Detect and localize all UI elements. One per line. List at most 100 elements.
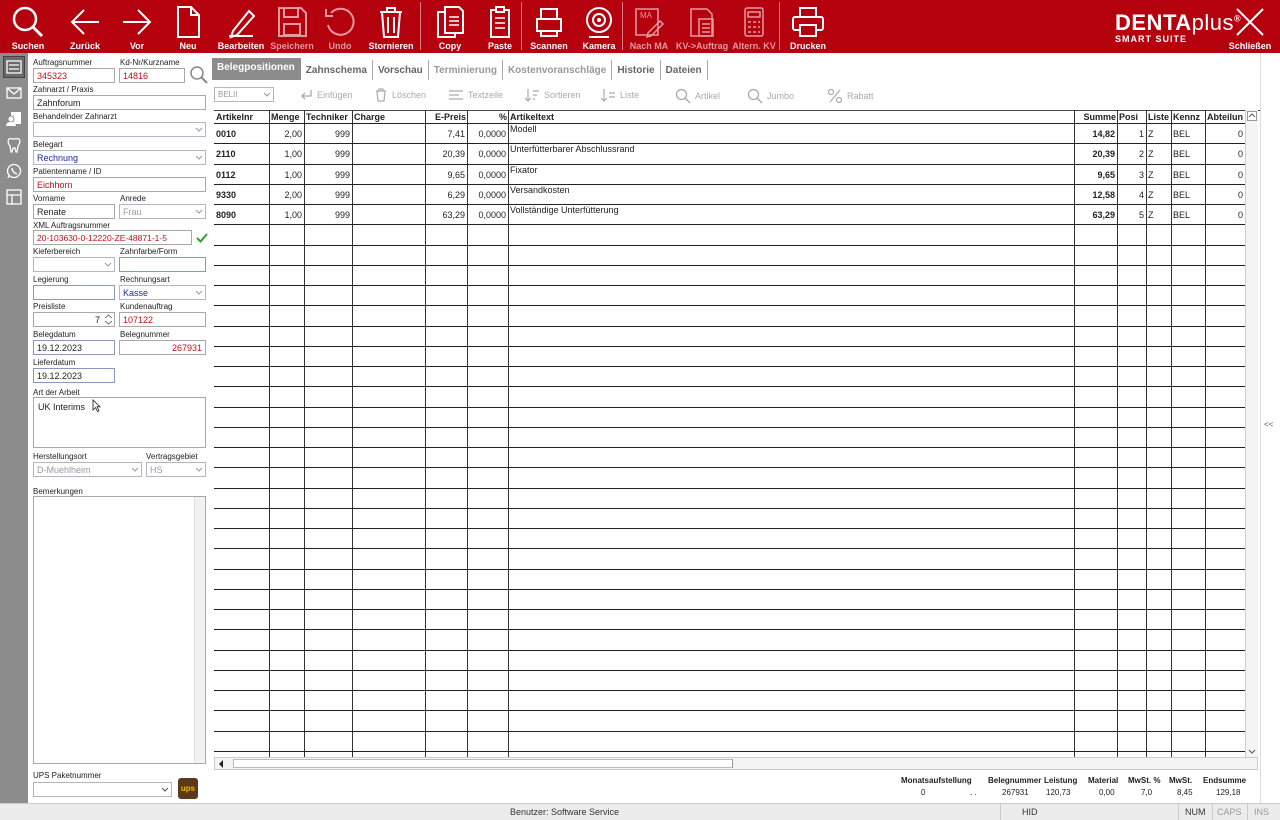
grid-cell-abteilung[interactable]: 0 (1207, 149, 1243, 159)
edit-button[interactable]: Bearbeiten (216, 0, 266, 53)
anrede-select[interactable]: Frau (119, 204, 206, 219)
grid-cell-liste[interactable]: Z (1148, 149, 1169, 159)
cancel-document-button[interactable]: Stornieren (362, 0, 420, 53)
collapse-panel-button[interactable]: << (1264, 420, 1273, 429)
grid-header-abteilung[interactable]: Abteilun (1207, 112, 1244, 122)
herstellungsort-select[interactable]: D-Muehlheim (33, 462, 142, 477)
grid-cell-menge[interactable]: 1,00 (271, 210, 302, 220)
scroll-left-icon[interactable] (217, 759, 226, 769)
grid-cell-epreis[interactable]: 6,29 (427, 190, 465, 200)
tab-kostenvoranschlaege[interactable]: Kostenvoranschläge (503, 60, 613, 80)
grid-cell-abteilung[interactable]: 0 (1207, 170, 1243, 180)
grid-cell-prozent[interactable]: 0,0000 (469, 129, 506, 139)
scroll-down-icon[interactable] (1247, 746, 1257, 756)
table-row[interactable]: 0010 2,00 999 7,41 0,0000 Modell 14,82 1 Z BEL 0 (214, 124, 1245, 143)
grid-cell-artikeltext[interactable]: Vollständige Unterfütterung (510, 205, 1072, 215)
grid-cell-epreis[interactable]: 7,41 (427, 129, 465, 139)
grid-cell-techniker[interactable]: 999 (306, 210, 350, 220)
sidebar-item-layout[interactable] (3, 186, 25, 208)
positions-grid[interactable]: Artikelnr Menge Techniker Charge E-Preis% Art… (214, 110, 1260, 770)
scan-button[interactable]: Scannen (522, 0, 576, 53)
vorname-field[interactable]: Renate (33, 204, 115, 219)
tab-dateien[interactable]: Dateien (661, 60, 708, 80)
zahnarzt-field[interactable]: Zahnforum (33, 95, 206, 110)
article-search-button[interactable]: Artikel (675, 88, 720, 104)
grid-cell-menge[interactable]: 2,00 (271, 129, 302, 139)
behandelnder-select[interactable] (33, 122, 206, 137)
grid-cell-kennz[interactable]: BEL (1173, 170, 1203, 180)
zahnfarbe-field[interactable] (119, 257, 206, 272)
grid-cell-kennz[interactable]: BEL (1173, 190, 1203, 200)
grid-cell-epreis[interactable]: 20,39 (427, 149, 465, 159)
grid-header-kennz[interactable]: Kennz (1173, 112, 1204, 122)
rechnungsart-select[interactable]: Kasse (119, 285, 206, 300)
auftragsnummer-field[interactable]: 345323 (33, 68, 115, 83)
copy-button[interactable]: Copy (421, 0, 479, 53)
table-row[interactable]: 2110 1,00 999 20,39 0,0000 Unterfütterbarer A… (214, 144, 1245, 163)
grid-cell-summe[interactable]: 20,39 (1076, 149, 1115, 159)
tab-zahnschema[interactable]: Zahnschema (301, 60, 373, 80)
grid-cell-liste[interactable]: Z (1148, 170, 1169, 180)
grid-cell-artikelnr[interactable]: 0010 (216, 129, 267, 139)
grid-header-posi[interactable]: Posi (1119, 112, 1145, 122)
table-row[interactable]: 9330 2,00 999 6,29 0,0000 Versandkosten 12,58 4… (214, 185, 1245, 204)
grid-header-epreis[interactable]: E-Preis (427, 112, 466, 122)
tab-belegpositionen[interactable]: Belegpositionen (212, 58, 301, 80)
altern-kv-button[interactable]: Altern. KV (729, 0, 779, 53)
table-row[interactable]: 0112 1,00 999 9,65 0,0000 Fixator 9,65 3 Z BEL 0 (214, 165, 1245, 184)
table-row[interactable]: 8090 1,00 999 63,29 0,0000 Vollständige Unter… (214, 205, 1245, 224)
kdnr-field[interactable]: 14816 (119, 68, 185, 83)
patient-field[interactable]: Eichhorn (33, 177, 206, 192)
paste-button[interactable]: Paste (479, 0, 521, 53)
grid-header-menge[interactable]: Menge (271, 112, 303, 122)
forward-button[interactable]: Vor (114, 0, 160, 53)
grid-cell-abteilung[interactable]: 0 (1207, 129, 1243, 139)
grid-cell-kennz[interactable]: BEL (1173, 129, 1203, 139)
sidebar-item-tooth[interactable] (3, 134, 25, 156)
grid-cell-artikelnr[interactable]: 9330 (216, 190, 267, 200)
grid-cell-menge[interactable]: 1,00 (271, 170, 302, 180)
grid-cell-epreis[interactable]: 9,65 (427, 170, 465, 180)
grid-header-prozent[interactable]: % (469, 112, 507, 122)
lieferdatum-field[interactable]: 19.12.2023 (33, 368, 115, 383)
grid-cell-posi[interactable]: 1 (1119, 129, 1144, 139)
back-button[interactable]: Zurück (56, 0, 114, 53)
grid-cell-techniker[interactable]: 999 (306, 190, 350, 200)
grid-cell-artikeltext[interactable]: Unterfütterbarer Abschlussrand (510, 144, 1072, 154)
scroll-thumb[interactable] (233, 759, 733, 768)
grid-header-summe[interactable]: Summe (1076, 112, 1116, 122)
spinner-arrows-icon[interactable] (104, 314, 113, 325)
grid-cell-prozent[interactable]: 0,0000 (469, 190, 506, 200)
grid-cell-liste[interactable]: Z (1148, 190, 1169, 200)
price-list-select[interactable]: BELII (214, 87, 274, 102)
grid-cell-posi[interactable]: 5 (1119, 210, 1144, 220)
preisliste-stepper[interactable]: 7 (33, 312, 115, 327)
grid-header-liste[interactable]: Liste (1148, 112, 1170, 122)
grid-cell-abteilung[interactable]: 0 (1207, 210, 1243, 220)
grid-cell-artikeltext[interactable]: Modell (510, 124, 1072, 134)
scroll-up-icon[interactable] (1247, 111, 1257, 121)
grid-cell-menge[interactable]: 2,00 (271, 190, 302, 200)
list-button[interactable]: Liste (600, 88, 639, 102)
undo-button[interactable]: Undo (318, 0, 362, 53)
grid-horizontal-scrollbar[interactable] (214, 757, 1258, 770)
grid-cell-artikeltext[interactable]: Fixator (510, 165, 1072, 175)
grid-cell-artikelnr[interactable]: 8090 (216, 210, 267, 220)
grid-cell-posi[interactable]: 4 (1119, 190, 1144, 200)
grid-cell-posi[interactable]: 2 (1119, 149, 1144, 159)
text-line-button[interactable]: Textzeile (448, 88, 503, 102)
belegnummer-field[interactable]: 267931 (119, 340, 206, 355)
grid-cell-liste[interactable]: Z (1148, 210, 1169, 220)
xml-field[interactable]: 20-103630-0-12220-ZE-48871-1-5 (33, 230, 192, 245)
grid-cell-techniker[interactable]: 999 (306, 129, 350, 139)
sidebar-item-contacts[interactable] (3, 108, 25, 130)
grid-cell-techniker[interactable]: 999 (306, 170, 350, 180)
delete-button[interactable]: Löschen (374, 88, 426, 102)
discount-button[interactable]: Rabatt (827, 88, 874, 104)
tab-vorschau[interactable]: Vorschau (373, 60, 429, 80)
grid-cell-prozent[interactable]: 0,0000 (469, 149, 506, 159)
sidebar-item-documents[interactable] (3, 56, 25, 78)
grid-cell-prozent[interactable]: 0,0000 (469, 210, 506, 220)
search-button[interactable]: Suchen (0, 0, 56, 53)
grid-cell-kennz[interactable]: BEL (1173, 149, 1203, 159)
